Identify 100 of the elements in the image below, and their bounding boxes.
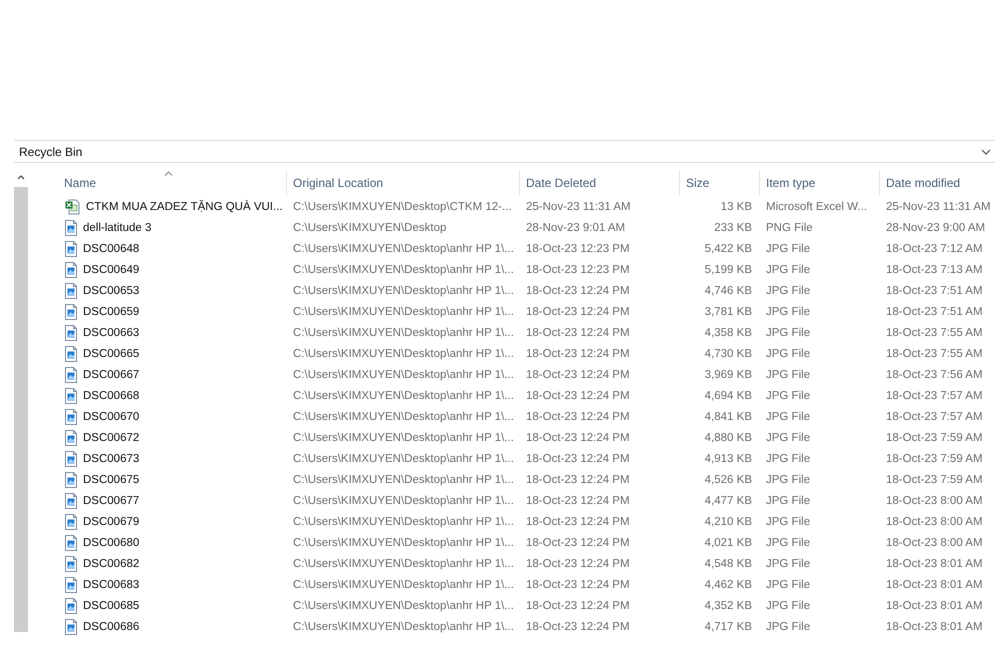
file-name[interactable]: DSC00649 xyxy=(83,264,140,276)
table-cell-text: PNG File xyxy=(765,222,814,234)
file-name[interactable]: DSC00648 xyxy=(83,242,140,254)
table-cell-text: C:\Users\KIMXUYEN\Desktop\anhr HP 1\... xyxy=(292,410,515,422)
image-file-icon xyxy=(65,492,77,508)
file-name[interactable]: DSC00670 xyxy=(83,410,140,422)
table-cell-text: C:\Users\KIMXUYEN\Desktop\anhr HP 1\... xyxy=(292,264,515,276)
table-cell-text: 18-Oct-23 12:24 PM xyxy=(525,600,631,612)
table-cell-text: 18-Oct-23 7:57 AM xyxy=(885,410,984,422)
table-cell-text: 18-Oct-23 7:51 AM xyxy=(885,306,984,318)
table-cell-text: JPG File xyxy=(765,410,812,422)
table-cell-text: 4,358 KB xyxy=(704,326,753,338)
file-name[interactable]: DSC00668 xyxy=(83,390,140,402)
file-name[interactable]: dell-latitude 3 xyxy=(83,222,152,234)
table-cell-text: JPG File xyxy=(765,284,812,296)
table-cell-text: 18-Oct-23 12:24 PM xyxy=(525,368,631,380)
image-file-icon xyxy=(65,346,77,362)
file-name[interactable]: DSC00680 xyxy=(83,536,140,548)
column-header[interactable]: Name xyxy=(49,170,286,196)
table-cell-text: 25-Nov-23 11:31 AM xyxy=(525,200,632,212)
table-cell-text: C:\Users\KIMXUYEN\Desktop\CTKM 12-... xyxy=(292,200,513,212)
table-cell-text: 18-Oct-23 8:01 AM xyxy=(885,600,984,612)
column-header[interactable]: Original Location xyxy=(286,170,519,196)
table-cell-text: 4,462 KB xyxy=(704,578,753,590)
image-file-icon xyxy=(65,262,77,278)
table-cell-text: 4,526 KB xyxy=(704,474,753,486)
table-cell-text: JPG File xyxy=(765,452,812,464)
file-name[interactable]: DSC00673 xyxy=(83,452,140,464)
table-cell-text: 4,210 KB xyxy=(704,516,753,528)
table-cell-text: C:\Users\KIMXUYEN\Desktop\anhr HP 1\... xyxy=(292,600,515,612)
file-name[interactable]: DSC00675 xyxy=(83,474,140,486)
table-cell-text: 18-Oct-23 12:23 PM xyxy=(525,242,631,254)
table-cell-text: C:\Users\KIMXUYEN\Desktop\anhr HP 1\... xyxy=(292,516,515,528)
table-cell-text: 18-Oct-23 12:24 PM xyxy=(525,432,631,444)
table-cell-text: C:\Users\KIMXUYEN\Desktop\anhr HP 1\... xyxy=(292,474,515,486)
image-file-icon xyxy=(65,534,77,550)
table-cell-text: C:\Users\KIMXUYEN\Desktop\anhr HP 1\... xyxy=(292,558,515,570)
table-cell-text: 18-Oct-23 7:13 AM xyxy=(885,264,984,276)
table-cell-text: C:\Users\KIMXUYEN\Desktop\anhr HP 1\... xyxy=(292,306,515,318)
table-cell-text: 4,880 KB xyxy=(704,432,753,444)
table-cell-text: 18-Oct-23 7:59 AM xyxy=(885,474,984,486)
table-cell-text: JPG File xyxy=(765,558,812,570)
table-cell-text: C:\Users\KIMXUYEN\Desktop\anhr HP 1\... xyxy=(292,452,515,464)
table-cell-text: 18-Oct-23 12:24 PM xyxy=(525,410,631,422)
column-header[interactable]: Date modified xyxy=(879,170,999,196)
table-cell-text: C:\Users\KIMXUYEN\Desktop\anhr HP 1\... xyxy=(292,620,515,632)
file-name[interactable]: DSC00682 xyxy=(83,558,140,570)
spreadsheet-file-icon xyxy=(65,198,80,214)
table-cell-text: 18-Oct-23 12:24 PM xyxy=(525,494,631,506)
table-cell-text: 18-Oct-23 8:00 AM xyxy=(885,494,984,506)
file-name[interactable]: DSC00672 xyxy=(83,432,140,444)
file-name[interactable]: DSC00686 xyxy=(83,620,140,632)
image-file-icon xyxy=(65,220,77,236)
table-cell-text: C:\Users\KIMXUYEN\Desktop\anhr HP 1\... xyxy=(292,284,515,296)
table-cell-text: 13 KB xyxy=(720,200,753,212)
file-name[interactable]: DSC00667 xyxy=(83,368,140,380)
table-cell-text: 18-Oct-23 7:55 AM xyxy=(885,326,984,338)
image-file-icon xyxy=(65,282,77,298)
column-header[interactable]: Size xyxy=(679,170,759,196)
table-cell-text: 4,021 KB xyxy=(704,536,753,548)
scroll-up-icon[interactable] xyxy=(17,175,25,180)
table-cell-text: 18-Oct-23 8:01 AM xyxy=(885,558,984,570)
table-cell-text: 4,841 KB xyxy=(704,410,753,422)
table-cell-text: 18-Oct-23 8:01 AM xyxy=(885,578,984,590)
table-cell-text: 18-Oct-23 12:24 PM xyxy=(525,558,631,570)
column-header[interactable]: Date Deleted xyxy=(519,170,679,196)
table-cell-text: JPG File xyxy=(765,264,812,276)
file-name[interactable]: DSC00679 xyxy=(83,516,140,528)
table-cell-text: 233 KB xyxy=(714,222,753,234)
table-cell-text: JPG File xyxy=(765,494,812,506)
file-name[interactable]: DSC00663 xyxy=(83,326,140,338)
image-file-icon xyxy=(65,324,77,340)
table-cell-text: 18-Oct-23 12:24 PM xyxy=(525,536,631,548)
table-cell-text: 18-Oct-23 12:24 PM xyxy=(525,284,631,296)
file-name[interactable]: DSC00677 xyxy=(83,494,140,506)
image-file-icon xyxy=(65,514,77,530)
table-cell-text: 18-Oct-23 12:24 PM xyxy=(525,306,631,318)
table-cell-text: 28-Nov-23 9:01 AM xyxy=(525,222,626,234)
file-name[interactable]: DSC00659 xyxy=(83,306,140,318)
table-cell-text: C:\Users\KIMXUYEN\Desktop\anhr HP 1\... xyxy=(292,242,515,254)
file-name[interactable]: DSC00665 xyxy=(83,348,140,360)
address-bar[interactable]: Recycle Bin xyxy=(14,140,995,163)
file-name[interactable]: CTKM MUA ZADEZ TẶNG QUÀ VUI... xyxy=(86,200,283,212)
image-file-icon xyxy=(65,618,77,634)
chevron-down-icon[interactable] xyxy=(981,148,991,154)
table-cell-text: 18-Oct-23 8:01 AM xyxy=(885,620,984,632)
table-cell-text: 18-Oct-23 12:24 PM xyxy=(525,620,631,632)
table-cell-text: 18-Oct-23 8:00 AM xyxy=(885,536,984,548)
table-cell-text: 18-Oct-23 12:24 PM xyxy=(525,452,631,464)
table-cell-text: 18-Oct-23 7:12 AM xyxy=(885,242,984,254)
table-cell-text: 18-Oct-23 8:00 AM xyxy=(885,516,984,528)
column-header[interactable]: Item type xyxy=(759,170,879,196)
table-cell-text: JPG File xyxy=(765,516,812,528)
file-name[interactable]: DSC00653 xyxy=(83,284,140,296)
table-cell-text: 4,746 KB xyxy=(704,284,753,296)
table-cell-text: 18-Oct-23 7:55 AM xyxy=(885,348,984,360)
file-name[interactable]: DSC00685 xyxy=(83,600,140,612)
table-cell-text: JPG File xyxy=(765,368,812,380)
file-name[interactable]: DSC00683 xyxy=(83,578,140,590)
image-file-icon xyxy=(65,388,77,404)
